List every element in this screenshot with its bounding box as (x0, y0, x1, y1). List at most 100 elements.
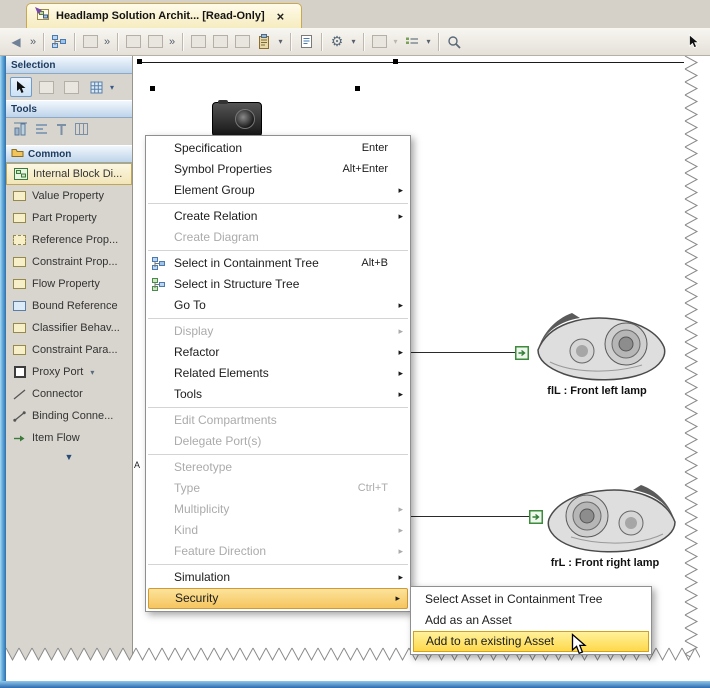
lasso-select-button[interactable] (60, 77, 82, 97)
palette-item-constraint-parameter[interactable]: Constraint Para... (6, 339, 132, 361)
search-icon[interactable] (444, 32, 464, 52)
overflow-chevron-icon[interactable]: » (167, 32, 177, 52)
menu-item-label: Refactor (174, 342, 219, 363)
proxy-port-icon (12, 366, 27, 378)
palette-item-internal-block-diagram[interactable]: Internal Block Di... (6, 163, 132, 185)
layout-tool-icon[interactable] (13, 122, 28, 141)
paste-icon[interactable] (232, 32, 252, 52)
menu-item-select-in-structure-tree[interactable]: Select in Structure Tree (146, 274, 410, 295)
palette-item-part-property[interactable]: Part Property (6, 207, 132, 229)
front-right-lamp-label[interactable]: frL : Front right lamp (520, 557, 690, 569)
menu-item-create-relation[interactable]: Create Relation ▸ (146, 206, 410, 227)
grid-dropdown-icon[interactable]: ▾ (391, 32, 400, 52)
palette-item-item-flow[interactable]: Item Flow (6, 427, 132, 449)
menu-item-edit-compartments[interactable]: Edit Compartments (146, 410, 410, 431)
menu-item-select-in-containment-tree[interactable]: Select in Containment Tree Alt+B (146, 253, 410, 274)
menu-item-label: Select in Structure Tree (174, 274, 299, 295)
resize-icon[interactable] (123, 32, 143, 52)
palette-item-classifier-behavior[interactable]: Classifier Behav... (6, 317, 132, 339)
common-section-header[interactable]: Common (6, 145, 132, 163)
containment-tree-icon[interactable] (49, 32, 69, 52)
overflow-chevron-icon[interactable]: » (28, 32, 38, 52)
align-tool-icon[interactable] (34, 122, 49, 141)
menu-item-related-elements[interactable]: Related Elements ▸ (146, 363, 410, 384)
camera-part-image[interactable] (212, 102, 262, 137)
menu-item-specification[interactable]: Specification Enter (146, 138, 410, 159)
palette-item-constraint-property[interactable]: Constraint Prop... (6, 251, 132, 273)
align-icon[interactable] (80, 32, 100, 52)
list-view-icon[interactable] (402, 32, 422, 52)
submenu-item-add-to-an-existing-asset[interactable]: Add to an existing Asset (413, 631, 649, 652)
palette-item-reference-property[interactable]: Reference Prop... (6, 229, 132, 251)
copy-icon[interactable] (188, 32, 208, 52)
palette-item-proxy-port[interactable]: Proxy Port ▾ (6, 361, 132, 383)
menu-item-feature-direction[interactable]: Feature Direction ▸ (146, 541, 410, 562)
palette-item-connector[interactable]: Connector (6, 383, 132, 405)
menu-item-label: Create Diagram (174, 227, 259, 248)
submenu-item-select-asset-in-containment-tree[interactable]: Select Asset in Containment Tree (413, 589, 649, 610)
submenu-arrow-icon: ▸ (398, 499, 403, 520)
palette-item-bound-reference[interactable]: Bound Reference (6, 295, 132, 317)
menu-item-multiplicity[interactable]: Multiplicity ▸ (146, 499, 410, 520)
classifier-behavior-icon (12, 323, 27, 333)
menu-item-go-to[interactable]: Go To ▸ (146, 295, 410, 316)
menu-item-label: Type (174, 478, 200, 499)
front-left-lamp-image[interactable] (530, 310, 670, 385)
select-dropdown-icon[interactable]: ▾ (110, 83, 119, 92)
toolbar-separator (74, 33, 75, 51)
menu-item-security[interactable]: Security ▸ (148, 588, 408, 609)
menu-item-stereotype[interactable]: Stereotype (146, 457, 410, 478)
pointer-tool-icon[interactable] (684, 32, 704, 52)
list-dropdown-icon[interactable]: ▾ (424, 32, 433, 52)
submenu-arrow-icon: ▸ (398, 541, 403, 562)
overflow-chevron-icon[interactable]: » (102, 32, 112, 52)
palette-item-binding-connector[interactable]: Binding Conne... (6, 405, 132, 427)
clipboard-dropdown-icon[interactable]: ▾ (276, 32, 285, 52)
submenu-item-label: Add to an existing Asset (426, 634, 554, 648)
menu-item-simulation[interactable]: Simulation ▸ (146, 567, 410, 588)
selection-handle[interactable] (137, 59, 142, 64)
report-icon[interactable] (296, 32, 316, 52)
clipboard-icon[interactable] (254, 32, 274, 52)
palette-item-flow-property[interactable]: Flow Property (6, 273, 132, 295)
front-left-lamp-label[interactable]: flL : Front left lamp (512, 385, 682, 397)
text-tool-icon[interactable] (55, 123, 68, 141)
proxy-port-dropdown-icon[interactable]: ▾ (90, 368, 94, 377)
back-icon[interactable]: ◀ (6, 32, 26, 52)
menu-item-element-group[interactable]: Element Group ▸ (146, 180, 410, 201)
connector-line-left-lamp[interactable] (411, 352, 515, 353)
swimlane-tool-icon[interactable] (74, 122, 89, 141)
gear-icon[interactable]: ⚙ (327, 32, 347, 52)
selection-handle[interactable] (355, 86, 360, 91)
diagram-tab[interactable]: Headlamp Solution Archit... [Read-Only] … (26, 3, 302, 28)
selection-section-header[interactable]: Selection (6, 56, 132, 74)
toolbar-separator (321, 33, 322, 51)
menu-item-create-diagram[interactable]: Create Diagram (146, 227, 410, 248)
cut-icon[interactable] (210, 32, 230, 52)
proxy-port-right-lamp[interactable] (529, 510, 543, 524)
menu-item-delegate-ports[interactable]: Delegate Port(s) (146, 431, 410, 452)
menu-item-refactor[interactable]: Refactor ▸ (146, 342, 410, 363)
menu-item-kind[interactable]: Kind ▸ (146, 520, 410, 541)
menu-item-tools[interactable]: Tools ▸ (146, 384, 410, 405)
front-right-lamp-image[interactable] (543, 482, 683, 557)
multi-select-button[interactable] (35, 77, 57, 97)
palette-item-value-property[interactable]: Value Property (6, 185, 132, 207)
diagram-tab-icon (35, 7, 50, 26)
menu-item-symbol-properties[interactable]: Symbol Properties Alt+Enter (146, 159, 410, 180)
proxy-port-left-lamp[interactable] (515, 346, 529, 360)
diagram-frame-top-edge (139, 62, 684, 63)
selection-handle[interactable] (150, 86, 155, 91)
submenu-item-add-as-an-asset[interactable]: Add as an Asset (413, 610, 649, 631)
distribute-icon[interactable] (145, 32, 165, 52)
grid-select-button[interactable] (85, 77, 107, 97)
gear-dropdown-icon[interactable]: ▾ (349, 32, 358, 52)
tab-close-icon[interactable]: × (277, 10, 285, 23)
menu-item-type[interactable]: Type Ctrl+T (146, 478, 410, 499)
pointer-select-button[interactable] (10, 77, 32, 97)
tools-section-header[interactable]: Tools (6, 100, 132, 118)
menu-item-display[interactable]: Display ▸ (146, 321, 410, 342)
selection-handle[interactable] (393, 59, 398, 64)
grid-icon[interactable] (369, 32, 389, 52)
connector-line-right-lamp[interactable] (411, 516, 529, 517)
